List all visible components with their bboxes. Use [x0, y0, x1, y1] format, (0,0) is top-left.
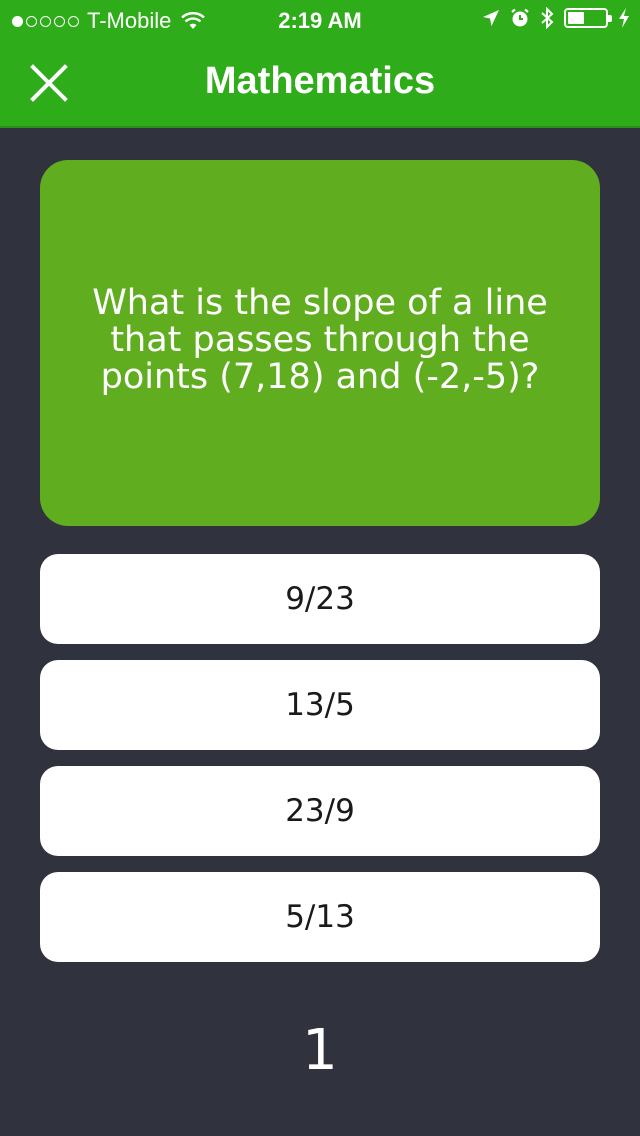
answer-option-3[interactable]: 23/9	[40, 766, 600, 856]
question-card: What is the slope of a line that passes …	[40, 160, 600, 526]
battery-fill	[568, 12, 584, 24]
quiz-screen: T-Mobile 2:19 AM Mathematics What is the…	[0, 0, 640, 1136]
battery-icon	[564, 8, 612, 28]
status-bar: T-Mobile 2:19 AM	[0, 0, 640, 40]
question-text: What is the slope of a line that passes …	[92, 282, 548, 397]
top-bar: T-Mobile 2:19 AM Mathematics	[0, 0, 640, 128]
battery-nub	[608, 15, 612, 22]
answer-option-1[interactable]: 9/23	[40, 554, 600, 644]
location-arrow-icon	[483, 10, 499, 26]
charging-bolt-icon	[619, 8, 629, 28]
bluetooth-icon	[541, 7, 554, 29]
question-counter: 1	[302, 1018, 338, 1083]
answer-option-4[interactable]: 5/13	[40, 872, 600, 962]
answer-option-2[interactable]: 13/5	[40, 660, 600, 750]
navigation-bar: Mathematics	[0, 40, 640, 126]
alarm-clock-icon	[511, 8, 529, 27]
status-right	[482, 7, 630, 29]
page-title: Mathematics	[204, 60, 436, 102]
